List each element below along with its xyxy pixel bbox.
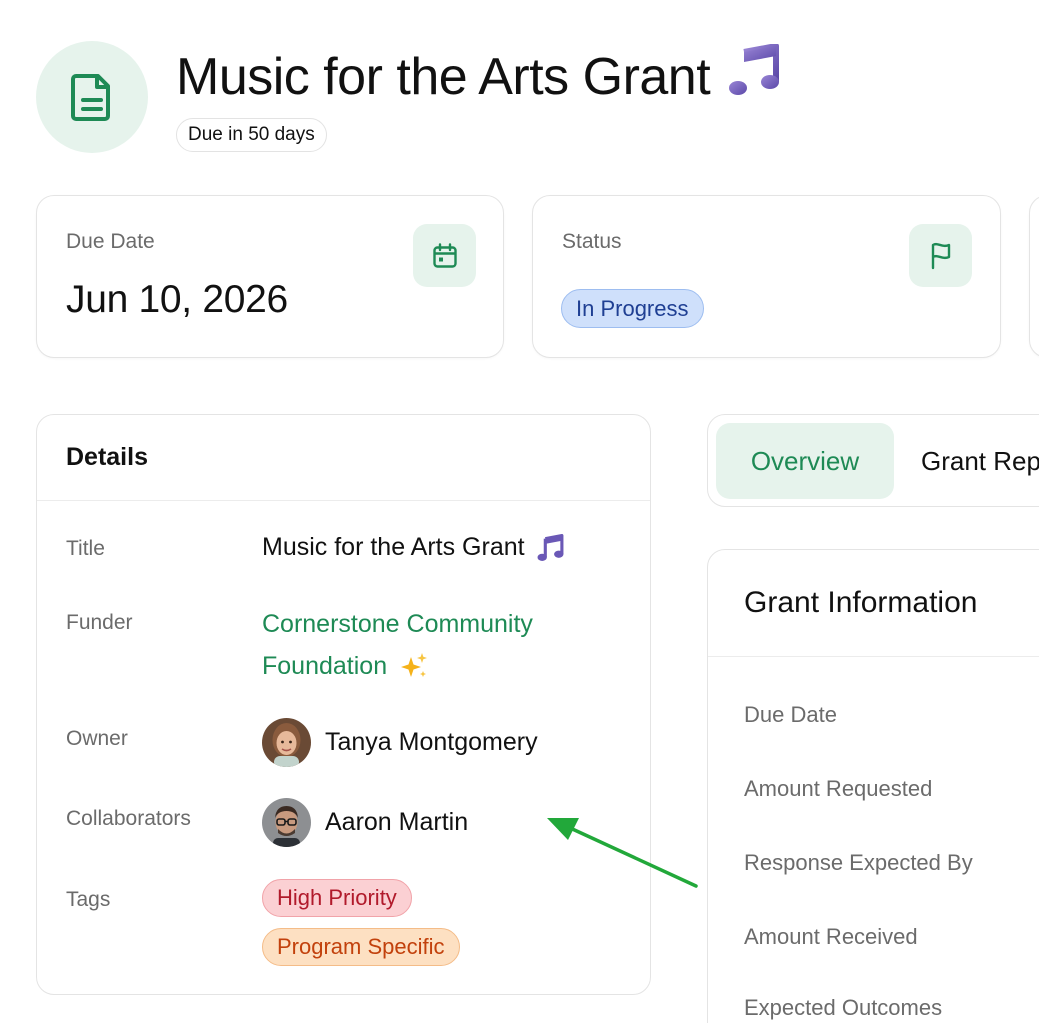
owner-avatar-image bbox=[262, 718, 311, 767]
title-label: Title bbox=[66, 537, 105, 560]
page-title: Music for the Arts Grant bbox=[176, 43, 782, 109]
grant-row-expected-outcomes: Expected Outcomes bbox=[744, 995, 943, 1020]
status-badge[interactable]: In Progress bbox=[561, 289, 704, 328]
due-countdown-badge: Due in 50 days bbox=[176, 118, 327, 152]
calendar-icon-tile bbox=[413, 224, 476, 287]
tag-high-priority[interactable]: High Priority bbox=[262, 879, 412, 917]
funder-name-line2: Foundation bbox=[262, 652, 388, 680]
music-note-icon bbox=[729, 43, 780, 95]
tab-bar: Overview Grant Rep bbox=[707, 414, 1039, 507]
sparkles-icon bbox=[401, 653, 428, 677]
tags-label: Tags bbox=[66, 888, 111, 911]
grant-document-avatar bbox=[36, 41, 148, 153]
music-note-icon bbox=[537, 533, 564, 561]
music-note-emoji bbox=[728, 43, 782, 109]
status-label: Status bbox=[562, 230, 622, 253]
collaborators-label: Collaborators bbox=[66, 807, 191, 830]
next-stat-card bbox=[1029, 195, 1039, 358]
funder-link[interactable]: Cornerstone Community Foundation bbox=[262, 603, 533, 687]
tag-program-specific[interactable]: Program Specific bbox=[262, 928, 460, 966]
tab-overview[interactable]: Overview bbox=[716, 423, 894, 499]
tab-grant-report[interactable]: Grant Rep bbox=[921, 423, 1039, 499]
avatar bbox=[262, 798, 311, 847]
title-value-text: Music for the Arts Grant bbox=[262, 533, 525, 561]
calendar-icon bbox=[432, 242, 457, 268]
due-date-card: Due Date Jun 10, 2026 bbox=[36, 195, 504, 358]
details-card: Details Title Music for the Arts Grant F… bbox=[36, 414, 651, 995]
grant-row-due-date: Due Date bbox=[744, 702, 837, 727]
grant-row-response-expected: Response Expected By bbox=[744, 850, 973, 875]
owner-name: Tanya Montgomery bbox=[325, 728, 538, 756]
grant-row-amount-requested: Amount Requested bbox=[744, 776, 933, 801]
funder-label: Funder bbox=[66, 611, 133, 634]
details-heading: Details bbox=[37, 415, 650, 501]
owner-label: Owner bbox=[66, 727, 128, 750]
flag-icon-tile bbox=[909, 224, 972, 287]
grant-row-amount-received: Amount Received bbox=[744, 924, 918, 949]
title-value: Music for the Arts Grant bbox=[262, 533, 565, 562]
collaborator-name: Aaron Martin bbox=[325, 808, 469, 836]
grant-information-card: Grant Information Due Date Amount Reques… bbox=[707, 549, 1039, 1023]
grant-information-heading: Grant Information bbox=[708, 550, 1039, 657]
avatar bbox=[262, 718, 311, 767]
document-icon bbox=[71, 74, 110, 121]
collaborator-person[interactable]: Aaron Martin bbox=[262, 798, 468, 847]
collaborator-avatar-image bbox=[262, 798, 311, 847]
status-card: Status In Progress bbox=[532, 195, 1001, 358]
due-date-value: Jun 10, 2026 bbox=[66, 278, 288, 321]
due-date-label: Due Date bbox=[66, 230, 155, 253]
funder-name-line1: Cornerstone Community bbox=[262, 610, 533, 638]
page-title-text: Music for the Arts Grant bbox=[176, 47, 711, 106]
owner-person[interactable]: Tanya Montgomery bbox=[262, 718, 538, 767]
flag-icon bbox=[931, 242, 950, 269]
